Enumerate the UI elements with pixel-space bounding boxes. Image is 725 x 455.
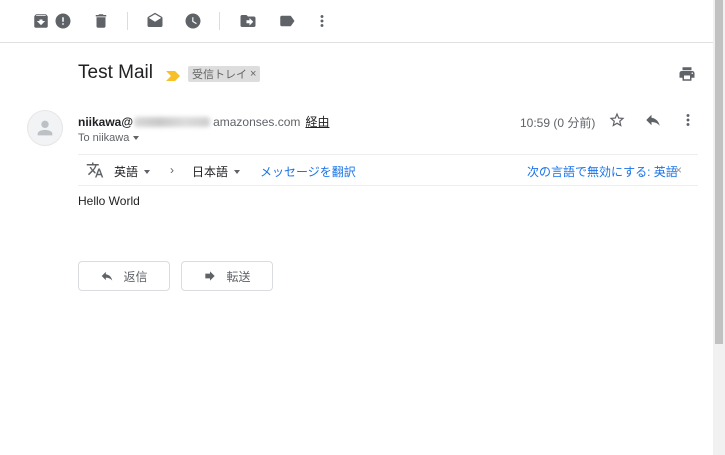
forward-button-label: 転送 — [226, 269, 251, 284]
inbox-label-chip: 受信トレイ × — [188, 66, 261, 82]
mark-unread-icon[interactable] — [143, 9, 167, 33]
label-chip-text: 受信トレイ — [192, 69, 247, 81]
sender-name[interactable]: niikawa@ — [78, 115, 133, 129]
sender-line: niikawa@ amazonses.com 経由 — [78, 113, 329, 130]
label-chip-remove-icon[interactable]: × — [250, 68, 256, 80]
reply-icon — [102, 271, 113, 281]
reply-button[interactable]: 返信 — [78, 261, 170, 291]
scrollbar-thumb[interactable] — [715, 0, 723, 344]
message-subject: Test Mail — [78, 62, 153, 83]
reply-button-label: 返信 — [123, 269, 148, 284]
more-vert-icon[interactable] — [310, 9, 334, 33]
source-language-select[interactable]: 英語 — [114, 163, 151, 180]
archive-icon[interactable] — [29, 9, 53, 33]
scrollbar[interactable] — [713, 0, 725, 455]
forward-button[interactable]: 転送 — [181, 261, 273, 291]
chevron-down-icon — [144, 169, 151, 174]
disable-translation-link[interactable]: 次の言語で無効にする: 英語 — [527, 163, 678, 180]
delete-icon[interactable] — [89, 9, 113, 33]
print-icon[interactable] — [676, 63, 698, 85]
source-language-label: 英語 — [114, 165, 139, 179]
chevron-right-icon: › — [170, 163, 174, 177]
more-vert-icon[interactable] — [678, 109, 698, 131]
chevron-down-icon — [234, 169, 241, 174]
sender-domain: amazonses.com — [213, 114, 301, 129]
target-language-select[interactable]: 日本語 — [192, 163, 241, 180]
report-spam-icon[interactable] — [51, 9, 75, 33]
move-to-icon[interactable] — [236, 9, 260, 33]
forward-icon — [205, 271, 216, 281]
chevron-down-icon[interactable] — [133, 136, 140, 140]
reply-icon[interactable] — [642, 109, 664, 131]
to-recipient: To niikawa — [78, 132, 130, 144]
message-timestamp: 10:59 (0 分前) — [520, 116, 596, 130]
translate-message-link[interactable]: メッセージを翻訳 — [260, 163, 356, 180]
redacted-address — [134, 116, 211, 127]
labels-icon[interactable] — [275, 9, 299, 33]
translate-bar: 英語 › 日本語 メッセージを翻訳 次の言語で無効にする: 英語 × — [78, 154, 698, 186]
star-icon[interactable] — [606, 109, 628, 131]
person-icon — [37, 120, 53, 136]
message-body: Hello World — [78, 194, 140, 208]
snooze-icon[interactable] — [181, 9, 205, 33]
via-link[interactable]: 経由 — [305, 113, 329, 130]
message-toolbar — [0, 0, 713, 43]
close-icon[interactable]: × — [675, 163, 682, 177]
recipient-details[interactable]: To niikawa — [78, 132, 140, 144]
sender-avatar[interactable] — [27, 110, 63, 146]
translate-icon — [86, 161, 104, 179]
target-language-label: 日本語 — [192, 165, 229, 179]
importance-marker-icon[interactable] — [166, 68, 180, 86]
